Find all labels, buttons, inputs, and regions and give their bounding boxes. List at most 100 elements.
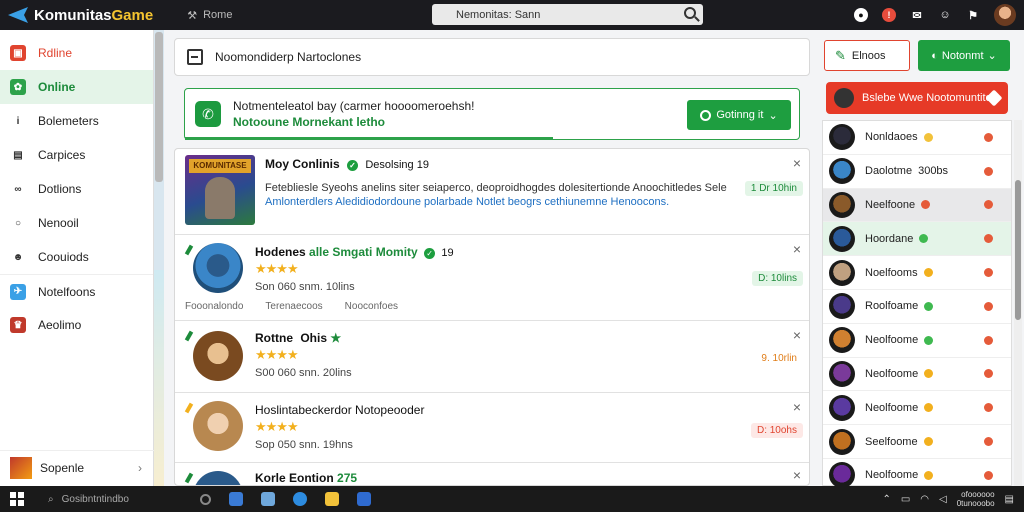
friend-item[interactable]: Seelfoome xyxy=(823,425,1011,459)
sidebar-item-online[interactable]: ✿ Online xyxy=(0,70,153,104)
network-icon[interactable]: ▭ xyxy=(901,494,910,505)
clock[interactable]: ofoooooo 0tunooobo xyxy=(957,490,995,508)
mail-icon[interactable] xyxy=(261,492,275,506)
search-icon[interactable] xyxy=(684,7,696,19)
notification-icon[interactable]: ● xyxy=(854,8,868,22)
sidebar-item-carpices[interactable]: ▤ Carpices xyxy=(0,138,153,172)
friend-item[interactable]: Roolfoame xyxy=(823,290,1011,324)
sidebar-item-dotlions[interactable]: ∞ Dotlions xyxy=(0,172,153,206)
friend-item[interactable]: Neolfoome xyxy=(823,324,1011,358)
windows-start-icon[interactable] xyxy=(10,492,24,506)
sidebar-item-label: Nenooil xyxy=(38,216,79,230)
friends-scrollbar[interactable] xyxy=(1014,120,1022,486)
sidebar-scrollbar[interactable] xyxy=(154,30,164,486)
avatar[interactable] xyxy=(829,462,855,489)
sidebar-item-label: Dotlions xyxy=(38,182,82,196)
notification-button[interactable]: Gotinng it ⌄ xyxy=(687,100,791,130)
avatar[interactable] xyxy=(829,158,855,185)
friend-item[interactable]: Nonldaoes xyxy=(823,121,1011,155)
post-body-link[interactable]: Amlonterdlers Aledidiodordoune polarbade… xyxy=(265,196,669,208)
post-item[interactable]: Rottne Ohis ★ ★★★★ S00 060 snn. 20lins ×… xyxy=(175,321,809,393)
avatar[interactable] xyxy=(193,331,243,381)
avatar[interactable] xyxy=(829,191,855,218)
task-view-icon[interactable] xyxy=(200,493,211,505)
footer-item[interactable]: Nooconfoes xyxy=(345,301,398,312)
alert-icon[interactable]: ! xyxy=(882,8,896,22)
post-item[interactable]: KOMUNITASE Moy Conlinis ✓ Desolsing 19 F… xyxy=(175,149,809,235)
folder-icon[interactable] xyxy=(325,492,339,506)
avatar[interactable] xyxy=(829,225,855,252)
avatar[interactable] xyxy=(829,259,855,286)
footer-item[interactable]: Terenaecoos xyxy=(265,301,322,312)
avatar[interactable] xyxy=(829,394,855,421)
close-icon[interactable]: × xyxy=(793,467,801,483)
avatar[interactable] xyxy=(994,4,1016,26)
footer-item[interactable]: Fooonalondo xyxy=(185,301,243,312)
friend-item[interactable]: Neolfoome xyxy=(823,391,1011,426)
game-cover-image[interactable]: KOMUNITASE xyxy=(185,155,255,225)
post-title[interactable]: Hoslintabeckerdor Notopeooder xyxy=(255,403,424,417)
edge-icon[interactable] xyxy=(293,492,307,506)
sidebar-item-settings[interactable]: Sopenle › xyxy=(0,450,154,484)
sidebar-item-nenooil[interactable]: ○ Nenooil xyxy=(0,206,153,240)
friends-icon[interactable]: ⚑ xyxy=(966,8,980,22)
friend-name: Seelfoome xyxy=(865,435,918,448)
close-icon[interactable]: × xyxy=(793,399,801,415)
clock-time: ofoooooo xyxy=(961,490,995,499)
post-title[interactable]: Hodenes alle Smgati Momity ✓ 19 xyxy=(255,245,454,259)
avatar[interactable] xyxy=(829,360,855,387)
friend-name: Neolfoome xyxy=(865,469,919,482)
post-item[interactable]: Korle Eontion 275 × xyxy=(175,463,809,485)
chevron-right-icon: › xyxy=(138,460,142,475)
app-icon[interactable] xyxy=(357,492,371,506)
app-logo[interactable]: Komunitas Game xyxy=(8,7,153,24)
avatar[interactable] xyxy=(829,124,855,151)
avatar[interactable] xyxy=(193,243,243,293)
taskbar-search[interactable]: ⌕ Gosibntntindbo xyxy=(48,494,129,505)
scrollbar-thumb[interactable] xyxy=(1015,180,1021,320)
post-title[interactable]: Korle Eontion 275 xyxy=(255,471,357,485)
friend-item[interactable]: Neolfoome xyxy=(823,358,1011,392)
account-button[interactable]: ◐ Notonmt ⌄ xyxy=(918,40,1010,71)
chevron-up-icon[interactable]: ⌃ xyxy=(882,494,890,505)
sidebar-item-bolemeters[interactable]: i Bolemeters xyxy=(0,104,153,138)
post-item[interactable]: Hoslintabeckerdor Notopeooder ★★★★ Sop 0… xyxy=(175,393,809,463)
avatar[interactable] xyxy=(829,293,855,320)
close-icon[interactable]: × xyxy=(793,241,801,257)
friend-item[interactable]: Hoordane xyxy=(823,222,1011,257)
friend-item[interactable]: Daolotme 300bs xyxy=(823,155,1011,189)
message-icon[interactable]: ✉ xyxy=(910,8,924,22)
post-item[interactable]: Hodenes alle Smgati Momity ✓ 19 ★★★★ Son… xyxy=(175,235,809,321)
edit-button[interactable]: ✎ Elnoos xyxy=(824,40,910,71)
friend-item[interactable]: Noelfooms xyxy=(823,256,1011,290)
avatar[interactable] xyxy=(829,327,855,354)
community-banner[interactable]: Bslebe Wwe Nootomuntites xyxy=(826,82,1008,114)
close-icon[interactable]: × xyxy=(793,155,801,171)
volume-icon[interactable]: ◁ xyxy=(939,494,947,505)
scrollbar-thumb[interactable] xyxy=(155,32,163,182)
friend-item[interactable]: Neelfoone xyxy=(823,188,1011,223)
pencil-icon xyxy=(184,402,194,414)
search-text: Nemonitas: Sann xyxy=(456,8,541,21)
post-title[interactable]: Rottne Ohis ★ xyxy=(255,331,341,345)
avatar[interactable] xyxy=(193,401,243,451)
explorer-icon[interactable] xyxy=(229,492,243,506)
group-icon[interactable]: ☺ xyxy=(938,8,952,22)
right-panel: ✎ Elnoos ◐ Notonmt ⌄ Bslebe Wwe Nootomun… xyxy=(820,30,1024,493)
status-dot-icon xyxy=(923,132,933,142)
avatar[interactable] xyxy=(193,471,243,485)
top-nav[interactable]: ⚒ Rome xyxy=(187,9,232,22)
post-feed[interactable]: KOMUNITASE Moy Conlinis ✓ Desolsing 19 F… xyxy=(174,148,810,486)
avatar[interactable] xyxy=(829,428,855,455)
search-input[interactable]: Nemonitas: Sann xyxy=(432,4,703,25)
action-center-icon[interactable]: ▤ xyxy=(1005,494,1014,505)
post-title[interactable]: Moy Conlinis ✓ Desolsing 19 xyxy=(265,157,429,171)
sidebar-item-rdline[interactable]: ▣ Rdline xyxy=(0,36,153,70)
close-icon[interactable]: × xyxy=(793,327,801,343)
sidebar-item-aeolimo[interactable]: ♛ Aeolimo xyxy=(0,308,153,342)
wifi-icon[interactable]: ◠ xyxy=(920,494,929,505)
friends-list[interactable]: Nonldaoes Daolotme 300bs Neelfoone Hoordane N… xyxy=(822,120,1012,493)
sidebar-item-notelfoons[interactable]: ✈ Notelfoons xyxy=(0,274,153,308)
sidebar-item-coouiods[interactable]: ☻ Coouiods xyxy=(0,240,153,274)
rating-stars: ★★★★ xyxy=(255,347,299,362)
